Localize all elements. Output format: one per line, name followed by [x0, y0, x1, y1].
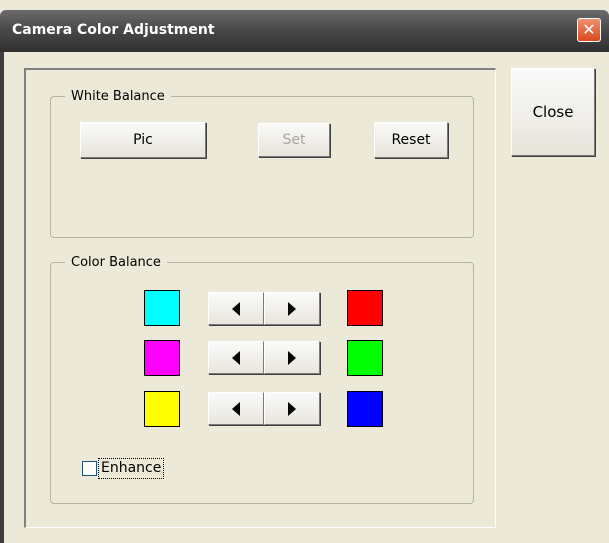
window-left-border [0, 52, 4, 543]
close-x-icon[interactable]: ✕ [577, 18, 601, 42]
close-button-label: Close [532, 103, 574, 121]
yellow-blue-increase-button[interactable] [264, 392, 320, 425]
reset-button-label: Reset [391, 132, 431, 148]
blue-swatch [347, 391, 383, 427]
set-button[interactable]: Set [258, 123, 330, 157]
magenta-green-decrease-button[interactable] [208, 341, 264, 374]
yellow-blue-decrease-button[interactable] [208, 392, 264, 425]
right-arrow-icon [288, 350, 296, 365]
cyan-red-decrease-button[interactable] [208, 292, 264, 325]
set-button-label: Set [282, 132, 306, 148]
window-title: Camera Color Adjustment [12, 22, 215, 38]
right-arrow-icon [288, 301, 296, 316]
title-bar[interactable]: Camera Color Adjustment ✕ [0, 10, 609, 52]
white-balance-group: White Balance [50, 88, 474, 238]
right-arrow-icon [288, 401, 296, 416]
left-arrow-icon [232, 301, 240, 316]
magenta-green-increase-button[interactable] [264, 341, 320, 374]
green-swatch [347, 340, 383, 376]
close-button[interactable]: Close [511, 68, 595, 156]
enhance-checkbox[interactable] [82, 461, 97, 476]
left-arrow-icon [232, 401, 240, 416]
reset-button[interactable]: Reset [374, 122, 448, 158]
color-balance-label: Color Balance [65, 254, 167, 271]
cyan-swatch [144, 290, 180, 326]
pic-button[interactable]: Pic [80, 122, 206, 158]
red-swatch [347, 290, 383, 326]
left-arrow-icon [232, 350, 240, 365]
enhance-checkbox-label[interactable]: Enhance [98, 458, 165, 479]
dialog-window: Camera Color Adjustment ✕ White Balance … [0, 0, 609, 543]
yellow-swatch [144, 391, 180, 427]
pic-button-label: Pic [133, 132, 153, 148]
cyan-red-increase-button[interactable] [264, 292, 320, 325]
magenta-swatch [144, 340, 180, 376]
white-balance-label: White Balance [65, 88, 171, 105]
